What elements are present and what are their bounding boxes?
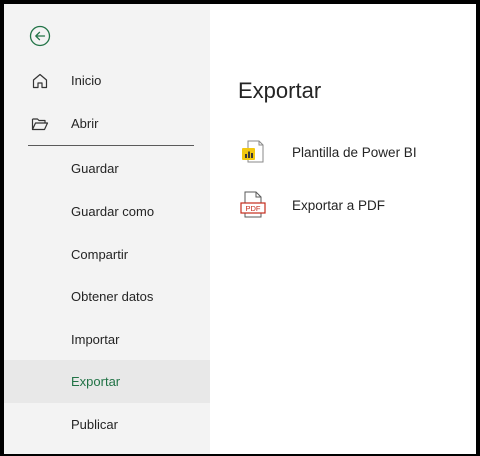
nav-item-label: Abrir xyxy=(71,116,99,131)
nav-item-label: Inicio xyxy=(71,73,102,88)
nav-item-guardar-como[interactable]: Guardar como xyxy=(4,190,210,233)
nav-item-obtener-datos[interactable]: Obtener datos xyxy=(4,275,210,318)
nav-item-compartir[interactable]: Compartir xyxy=(4,233,210,276)
folder-open-icon xyxy=(31,115,49,133)
power-bi-template-icon xyxy=(238,137,268,167)
nav-item-label: Guardar xyxy=(71,161,119,176)
nav-item-inicio[interactable]: Inicio xyxy=(4,59,210,102)
nav-item-publicar[interactable]: Publicar xyxy=(4,403,210,446)
backstage-sidebar: Inicio Abrir Guardar Guardar como Compar… xyxy=(4,4,210,454)
nav-item-abrir[interactable]: Abrir xyxy=(4,102,210,145)
nav-item-label: Importar xyxy=(71,332,120,347)
nav-item-label: Compartir xyxy=(71,247,129,262)
svg-text:PDF: PDF xyxy=(246,204,261,213)
back-arrow-circle-icon xyxy=(29,25,51,47)
sidebar-divider xyxy=(28,145,194,146)
option-label: Exportar a PDF xyxy=(292,197,386,213)
page-title: Exportar xyxy=(238,78,322,103)
pdf-icon: PDF xyxy=(238,190,268,220)
export-pdf-option[interactable]: PDF Exportar a PDF xyxy=(238,189,468,221)
back-button[interactable] xyxy=(29,25,51,47)
nav-item-label: Obtener datos xyxy=(71,289,154,304)
export-power-bi-template-option[interactable]: Plantilla de Power BI xyxy=(238,136,468,168)
main-content: Exportar Plantilla de Power BI PDF Expor… xyxy=(210,4,476,454)
nav-item-exportar[interactable]: Exportar xyxy=(4,360,210,403)
nav-item-label: Exportar xyxy=(71,374,121,389)
backstage-window: Inicio Abrir Guardar Guardar como Compar… xyxy=(4,4,476,454)
nav-item-label: Publicar xyxy=(71,417,118,432)
home-icon xyxy=(31,72,49,90)
nav-item-label: Guardar como xyxy=(71,204,155,219)
option-label: Plantilla de Power BI xyxy=(292,144,417,160)
nav-item-importar[interactable]: Importar xyxy=(4,318,210,361)
nav-item-guardar[interactable]: Guardar xyxy=(4,147,210,190)
